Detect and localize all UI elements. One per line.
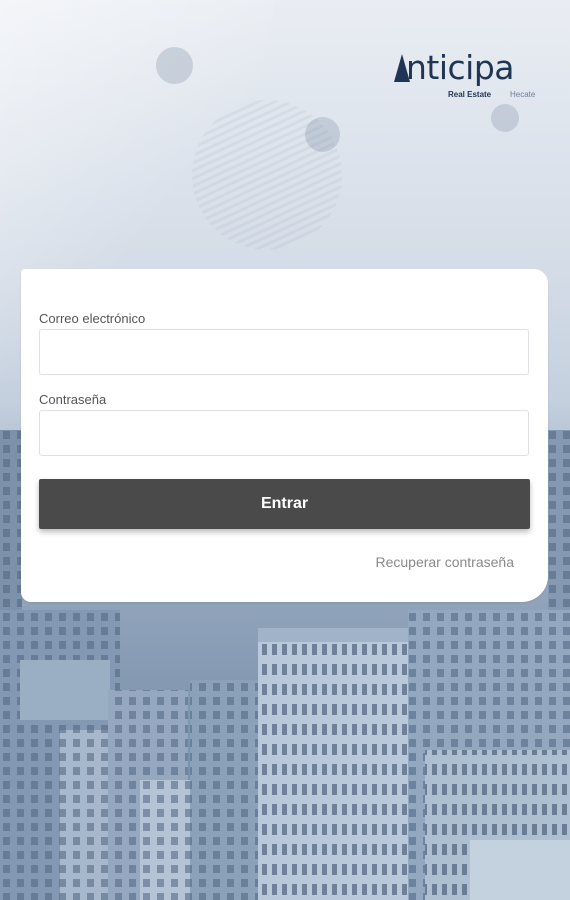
- login-button[interactable]: Entrar: [39, 479, 530, 529]
- decorative-circle: [491, 104, 519, 132]
- email-label: Correo electrónico: [39, 311, 146, 326]
- logo-subtitle-secondary: Hecate: [510, 90, 536, 99]
- anticipa-logo: nticipa Real Estate Hecate: [392, 48, 552, 102]
- logo-wordmark: nticipa: [406, 48, 515, 87]
- email-field[interactable]: [39, 329, 529, 375]
- logo-subtitle: Real Estate: [448, 90, 492, 99]
- login-card: Correo electrónico Contraseña Entrar Rec…: [21, 269, 548, 602]
- password-field[interactable]: [39, 410, 529, 456]
- decorative-circle: [156, 47, 193, 84]
- recover-password-link[interactable]: Recuperar contraseña: [375, 554, 514, 570]
- decorative-wave-pattern: [192, 100, 342, 250]
- password-label: Contraseña: [39, 392, 107, 407]
